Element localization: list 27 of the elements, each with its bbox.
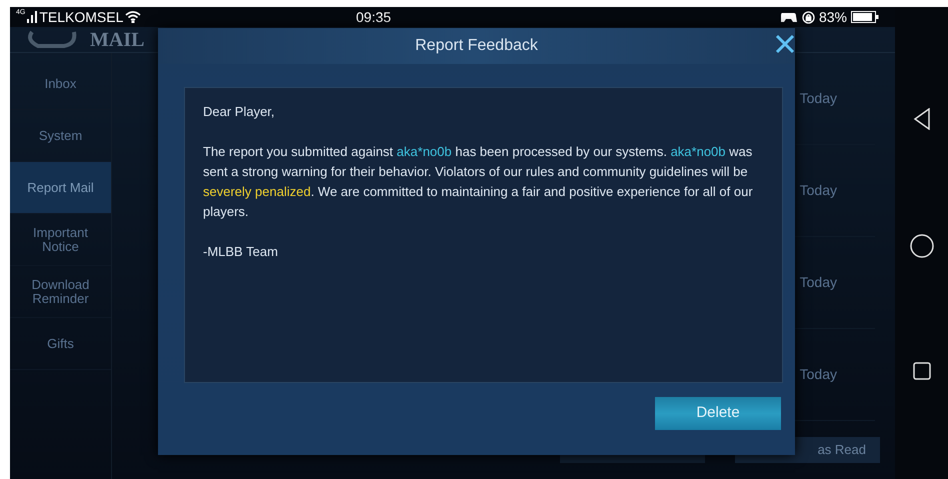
sidebar-item[interactable]: Inbox [10,58,111,110]
back-nav-icon[interactable] [912,108,930,130]
delete-button[interactable]: Delete [655,397,781,430]
sidebar-item[interactable]: Download Reminder [10,266,111,318]
dialog-title: Report Feedback [415,36,538,56]
signature-text: -MLBB Team [203,243,278,261]
close-icon[interactable] [775,34,795,54]
home-nav-icon[interactable] [910,234,934,258]
carrier-name: TELKOMSEL [39,8,124,26]
rotation-lock-icon [802,10,815,24]
recents-nav-icon[interactable] [912,362,930,380]
mail-date: Today [800,273,837,292]
message-text: The report you submitted against aka*no0b has been processed by our systems. aka*no0b was sent a strong warning for their behavior. Violators of our rules and community guidelines will be severely penalized. We are committed to maintaining a fair and positive experience for all of our players. [203,143,754,221]
sidebar-item[interactable]: Gifts [10,318,111,370]
signal-icon [27,11,38,23]
mail-date: Today [800,181,837,200]
page-title: MAIL [90,30,144,50]
sidebar-item[interactable]: Report Mail [10,162,111,214]
battery-percent: 83% [818,8,847,26]
greeting-text: Dear Player, [203,103,275,121]
wifi-icon [125,11,142,23]
status-time: 09:35 [356,8,392,26]
mail-date: Today [800,89,837,108]
mail-date: Today [800,365,837,384]
sidebar-item[interactable]: Important Notice [10,214,111,266]
battery-icon [851,11,879,23]
gamepad-icon [780,11,798,23]
